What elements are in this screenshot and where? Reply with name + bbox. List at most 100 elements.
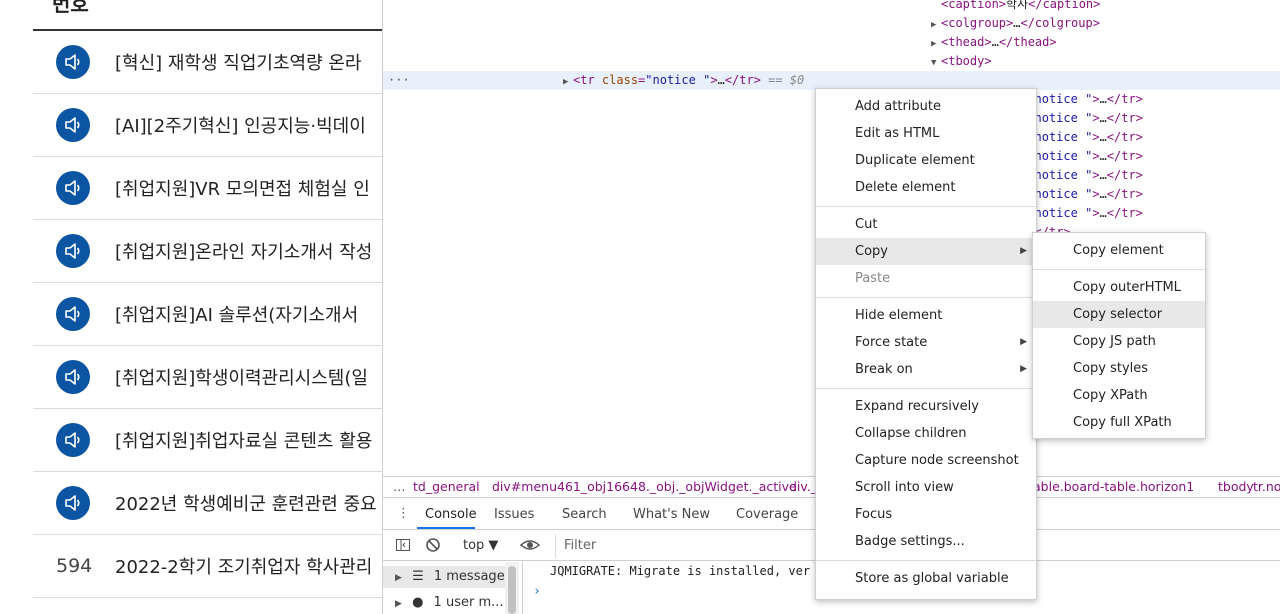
tag-name: tr <box>580 73 595 87</box>
table-row[interactable]: [취업지원]온라인 자기소개서 작성 <box>33 220 382 283</box>
menu-item-label: Copy XPath <box>1073 388 1148 403</box>
menu-item-label: Copy <box>855 244 888 259</box>
row-title-link[interactable]: [취업지원]취업자료실 콘텐츠 활용 <box>115 427 372 453</box>
close-tag: </tr> <box>1106 168 1143 182</box>
collapsed-content: … <box>1099 168 1107 182</box>
breadcrumb-item[interactable]: tbody <box>1218 477 1254 497</box>
breadcrumb-item[interactable]: div#menu461_obj16648._obj._objWidget._ac… <box>492 477 797 497</box>
sidebar-scrollbar[interactable] <box>505 562 519 614</box>
tab-what-s-new[interactable]: What's New <box>633 507 710 522</box>
row-title-link[interactable]: [취업지원]AI 솔루션(자기소개서 <box>115 301 358 327</box>
notice-speaker-icon <box>56 108 90 142</box>
menu-item-label: Add attribute <box>855 99 942 114</box>
tab-search[interactable]: Search <box>562 507 607 522</box>
table-row[interactable]: [혁신] 재학생 직업기초역량 온라 <box>33 31 382 94</box>
context-menu: Add attribute Edit as HTML Duplicate eleme… <box>815 88 1037 600</box>
menu-item-copy-selector[interactable]: Copy selector <box>1033 301 1205 328</box>
dom-node[interactable]: ▶ <thead>…</thead> <box>931 33 1057 52</box>
row-title-link[interactable]: [AI][2주기혁신] 인공지능·빅데이 <box>115 112 366 138</box>
menu-item-add-attribute[interactable]: Add attribute <box>816 93 1036 120</box>
menu-item-edit-as-html[interactable]: Edit as HTML <box>816 120 1036 147</box>
row-title-link[interactable]: [혁신] 재학생 직업기초역량 온라 <box>115 49 362 75</box>
row-title-link[interactable]: 2022-2학기 조기취업자 학사관리 <box>115 553 372 579</box>
notice-speaker-icon <box>56 45 90 79</box>
table-row[interactable]: [취업지원]AI 솔루션(자기소개서 <box>33 283 382 346</box>
console-prompt-icon[interactable]: › <box>533 584 541 599</box>
active-tab-indicator <box>417 527 475 529</box>
table-row[interactable]: 2022년 학생예비군 훈련관련 중요 <box>33 472 382 535</box>
menu-item-copy[interactable]: Copy ▶ <box>816 238 1036 265</box>
menu-item-copy-element[interactable]: Copy element <box>1033 237 1205 264</box>
menu-item-label: Edit as HTML <box>855 126 940 141</box>
list-icon: ☰ <box>412 569 424 584</box>
sidebar-item-messages[interactable]: ▶ ☰ 1 message <box>383 566 505 588</box>
breadcrumb-item[interactable]: div._ <box>789 477 817 497</box>
tab-console[interactable]: Console <box>425 507 477 522</box>
tab-coverage[interactable]: Coverage <box>736 507 798 522</box>
menu-item-label: Focus <box>855 507 893 522</box>
menu-item-duplicate-element[interactable]: Duplicate element <box>816 147 1036 174</box>
menu-item-label: Store as global variable <box>855 571 1009 586</box>
row-title-link[interactable]: [취업지원]온라인 자기소개서 작성 <box>115 238 372 264</box>
eye-icon[interactable] <box>519 537 541 557</box>
table-row[interactable]: [AI][2주기혁신] 인공지능·빅데이 <box>33 94 382 157</box>
breadcrumb-item[interactable]: tr.notice <box>1253 477 1280 497</box>
menu-item-cut[interactable]: Cut <box>816 211 1036 238</box>
menu-item-copy-outerhtml[interactable]: Copy outerHTML <box>1033 274 1205 301</box>
tab-issues[interactable]: Issues <box>494 507 534 522</box>
menu-item-scroll-into-view[interactable]: Scroll into view <box>816 474 1036 501</box>
table-row[interactable]: 594 2022-2학기 조기취업자 학사관리 <box>33 535 382 598</box>
menu-item-collapse-children[interactable]: Collapse children <box>816 420 1036 447</box>
node-actions-icon[interactable]: ··· <box>388 71 410 90</box>
menu-item-store-as-global-variable[interactable]: Store as global variable <box>816 565 1036 592</box>
more-tabs-icon[interactable]: ⋮ <box>397 506 410 521</box>
dom-node[interactable]: ▼ <tbody> <box>931 52 992 71</box>
attribute-value: "notice " <box>1027 187 1093 201</box>
menu-item-expand-recursively[interactable]: Expand recursively <box>816 393 1036 420</box>
close-tag: </thead> <box>998 35 1057 49</box>
table-row[interactable]: [취업지원]VR 모의면접 체험실 인 <box>33 157 382 220</box>
menu-item-paste[interactable]: Paste <box>816 265 1036 292</box>
breadcrumb-item[interactable]: td_general <box>413 477 480 497</box>
menu-item-label: Expand recursively <box>855 399 979 414</box>
menu-item-copy-styles[interactable]: Copy styles <box>1033 355 1205 382</box>
attribute-value: "notice " <box>1027 111 1093 125</box>
menu-item-copy-js-path[interactable]: Copy JS path <box>1033 328 1205 355</box>
menu-item-delete-element[interactable]: Delete element <box>816 174 1036 201</box>
breadcrumb-scroll-left[interactable]: … <box>393 477 406 497</box>
collapsed-content: … <box>717 73 725 87</box>
menu-item-hide-element[interactable]: Hide element <box>816 302 1036 329</box>
sidebar-toggle-icon[interactable] <box>395 537 411 557</box>
context-selector[interactable]: top ▼ <box>463 538 498 553</box>
menu-item-copy-xpath[interactable]: Copy XPath <box>1033 382 1205 409</box>
dom-node[interactable]: ▶ <colgroup>…</colgroup> <box>931 14 1100 33</box>
close-tag: </tr> <box>1106 206 1143 220</box>
open-tag: <thead> <box>941 35 992 49</box>
dom-node[interactable]: <caption>학사</caption> <box>931 0 1100 14</box>
menu-item-break-on[interactable]: Break on ▶ <box>816 356 1036 383</box>
row-title-link[interactable]: [취업지원]학생이력관리시스템(일 <box>115 364 368 390</box>
sidebar-item-user-messages[interactable]: ▶ ● 1 user m... <box>395 592 504 614</box>
sidebar-item-label: 1 user m... <box>433 595 504 610</box>
menu-item-force-state[interactable]: Force state ▶ <box>816 329 1036 356</box>
breadcrumb-item[interactable]: able.board-table.horizon1 <box>1033 477 1194 497</box>
table-row[interactable]: [취업지원]취업자료실 콘텐츠 활용 <box>33 409 382 472</box>
close-tag: </tr> <box>1106 92 1143 106</box>
menu-item-label: Copy outerHTML <box>1073 280 1181 295</box>
menu-item-copy-full-xpath[interactable]: Copy full XPath <box>1033 409 1205 436</box>
expand-toggle-icon[interactable]: ▶ <box>563 73 573 92</box>
menu-item-badge-settings[interactable]: Badge settings... <box>816 528 1036 555</box>
row-title-link[interactable]: [취업지원]VR 모의면접 체험실 인 <box>115 175 370 201</box>
scrollbar-thumb[interactable] <box>508 566 516 614</box>
attribute-value: "notice " <box>1027 206 1093 220</box>
close-tag: </tr> <box>1106 111 1143 125</box>
table-row[interactable]: [취업지원]학생이력관리시스템(일 <box>33 346 382 409</box>
node-text: 학사 <box>1006 0 1029 11</box>
row-title-link[interactable]: 2022년 학생예비군 훈련관련 중요 <box>115 490 377 516</box>
clear-console-icon[interactable] <box>425 537 441 557</box>
menu-item-capture-node-screenshot[interactable]: Capture node screenshot <box>816 447 1036 474</box>
attribute-name: class <box>601 73 639 87</box>
collapsed-content: … <box>1099 149 1107 163</box>
menu-item-focus[interactable]: Focus <box>816 501 1036 528</box>
